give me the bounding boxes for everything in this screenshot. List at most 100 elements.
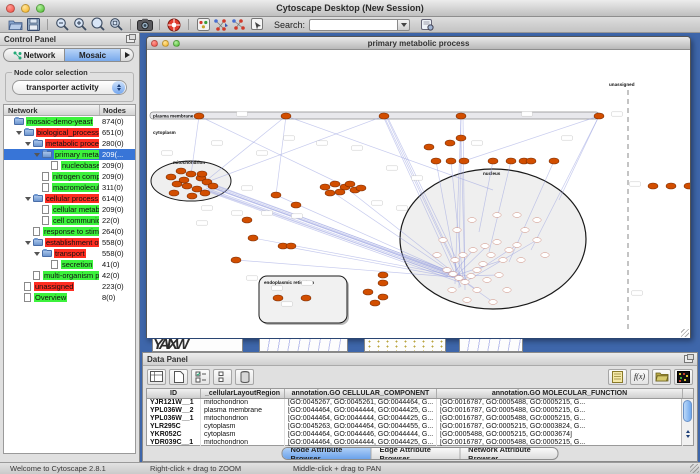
table-cell[interactable]: mitochondrion — [201, 439, 285, 447]
graph-node-small[interactable] — [493, 213, 501, 218]
zoom-in-button[interactable] — [71, 17, 89, 32]
tree-row-cellular-metabo[interactable]: cellular metabo209(0) — [4, 204, 135, 215]
attribute-checklist-button[interactable] — [191, 369, 210, 385]
network-window-resize-grip[interactable] — [681, 329, 689, 337]
tree-expand-icon[interactable] — [25, 142, 31, 146]
graph-node[interactable] — [356, 185, 366, 191]
graph-node[interactable] — [488, 158, 498, 164]
graph-node-small[interactable] — [493, 240, 501, 245]
tree-row-mosaic-demo-yeast[interactable]: mosaic-demo-yeast874(0) — [4, 116, 135, 127]
graph-node[interactable] — [248, 235, 258, 241]
graph-node-small[interactable] — [439, 238, 447, 243]
table-cell[interactable]: YJR121W__1 — [147, 399, 201, 407]
scrollbar-arrows[interactable] — [682, 430, 693, 444]
table-cell[interactable]: YKR052C — [147, 431, 201, 439]
tree-row-nitrogen-compo[interactable]: nitrogen compo209(0) — [4, 171, 135, 182]
tabs-overflow-button[interactable] — [121, 48, 134, 62]
graph-node[interactable] — [194, 113, 204, 119]
table-cell[interactable]: [GO:0016787, GO:0005215, GO:0003824, G..… — [437, 423, 683, 431]
graph-node-small[interactable] — [503, 288, 511, 293]
table-cell[interactable]: [GO:0044464, GO:0044444, GO:0044425, G..… — [285, 439, 437, 447]
graph-node-small[interactable] — [449, 272, 457, 277]
graph-node[interactable] — [242, 217, 252, 223]
graph-node-small[interactable] — [495, 273, 503, 278]
graph-node-small[interactable] — [463, 298, 471, 303]
table-column-header[interactable]: ID — [147, 389, 201, 398]
table-cell[interactable]: [GO:0016787, GO:0005488, GO:0005215, G..… — [437, 407, 683, 415]
graph-node[interactable] — [345, 181, 355, 187]
scrollbar-thumb[interactable] — [683, 400, 692, 422]
search-dropdown-button[interactable] — [397, 19, 410, 31]
table-cell[interactable]: mitochondrion — [201, 415, 285, 423]
tree-expand-icon[interactable] — [25, 197, 31, 201]
table-cell[interactable]: YPL036W__1 — [147, 415, 201, 423]
graph-node[interactable] — [301, 295, 311, 301]
graph-node[interactable] — [176, 168, 186, 174]
graph-node[interactable] — [271, 192, 281, 198]
table-vertical-scrollbar[interactable] — [681, 399, 693, 445]
tab-node-attribute-browser[interactable]: Node Attribute Browser — [283, 448, 372, 459]
graph-node-small[interactable] — [499, 258, 507, 263]
graph-node-small[interactable] — [473, 288, 481, 293]
snapshot-button[interactable] — [136, 17, 154, 32]
graph-node[interactable] — [446, 158, 456, 164]
graph-node-small[interactable] — [483, 278, 491, 283]
graph-node-small[interactable] — [521, 228, 529, 233]
graph-node[interactable] — [424, 144, 434, 150]
graph-node[interactable] — [378, 280, 388, 286]
table-cell[interactable]: YPL036W__2 — [147, 407, 201, 415]
table-cell[interactable]: [GO:0044464, GO:0044446, GO:0044444, G..… — [285, 431, 437, 439]
graph-node[interactable] — [186, 171, 196, 177]
tree-row-establishment-of-lo[interactable]: establishment of lo558(0) — [4, 237, 135, 248]
layout-button[interactable] — [212, 17, 230, 32]
tree-row-cellular-process[interactable]: cellular process614(0) — [4, 193, 135, 204]
graph-node-small[interactable] — [469, 248, 477, 253]
graph-node-small[interactable] — [533, 238, 541, 243]
table-cell[interactable]: [GO:0044464, GO:0044444, GO:0044425, G..… — [285, 407, 437, 415]
tree-row-metabolic-process[interactable]: metabolic process280(0) — [4, 138, 135, 149]
tree-row-cell-communicat[interactable]: cell communicat22(0) — [4, 215, 135, 226]
graph-node[interactable] — [549, 158, 559, 164]
table-row[interactable]: YJR121W__1mitochondrion[GO:0045267, GO:0… — [147, 399, 693, 407]
graph-node[interactable] — [286, 243, 296, 249]
table-cell[interactable]: cytoplasm — [201, 431, 285, 439]
table-cell[interactable]: plasma membrane — [201, 407, 285, 415]
graph-node-small[interactable] — [481, 244, 489, 249]
graph-node[interactable] — [166, 174, 176, 180]
tree-expand-icon[interactable] — [25, 241, 31, 245]
help-button[interactable] — [165, 17, 183, 32]
graph-node[interactable] — [320, 184, 330, 190]
table-column-header[interactable]: _cellularLayoutRegion — [201, 389, 285, 398]
graph-node[interactable] — [231, 257, 241, 263]
background-window-fragment[interactable] — [259, 339, 348, 352]
graph-node[interactable] — [378, 294, 388, 300]
graph-node[interactable] — [208, 183, 218, 189]
table-row[interactable]: YPL036W__1mitochondrion[GO:0044464, GO:0… — [147, 415, 693, 423]
background-window-fragment[interactable]: YAIXW — [152, 339, 243, 352]
table-cell[interactable]: [GO:0016787, GO:0005488, GO:0005215, G..… — [437, 399, 683, 407]
delete-attribute-button[interactable] — [235, 369, 254, 385]
attribute-table-header[interactable]: ID_cellularLayoutRegionannotation.GO CEL… — [147, 389, 693, 399]
graph-node[interactable] — [594, 113, 604, 119]
graph-node-small[interactable] — [473, 268, 481, 273]
graph-node[interactable] — [378, 272, 388, 278]
tree-row-macromolecule[interactable]: macromolecule311(0) — [4, 182, 135, 193]
graph-node[interactable] — [456, 135, 466, 141]
graph-node-small[interactable] — [489, 300, 497, 305]
graph-node[interactable] — [370, 300, 380, 306]
new-attribute-button[interactable] — [169, 369, 188, 385]
table-cell[interactable]: cytoplasm — [201, 423, 285, 431]
table-cell[interactable]: mitochondrion — [201, 399, 285, 407]
graph-node[interactable] — [291, 202, 301, 208]
table-row[interactable]: YPL036W__2plasma membrane[GO:0044464, GO… — [147, 407, 693, 415]
node-color-dropdown[interactable]: transporter activity — [12, 80, 127, 95]
graph-node[interactable] — [684, 183, 690, 189]
save-session-button[interactable] — [24, 17, 42, 32]
graph-node[interactable] — [200, 190, 210, 196]
graph-node-small[interactable] — [467, 274, 475, 279]
vizmapper-button[interactable] — [194, 17, 212, 32]
graph-node[interactable] — [506, 158, 516, 164]
table-row[interactable]: YLR295Ccytoplasm[GO:0045263, GO:0044464,… — [147, 423, 693, 431]
graph-node[interactable] — [330, 181, 340, 187]
heatmap-button[interactable] — [674, 369, 693, 385]
